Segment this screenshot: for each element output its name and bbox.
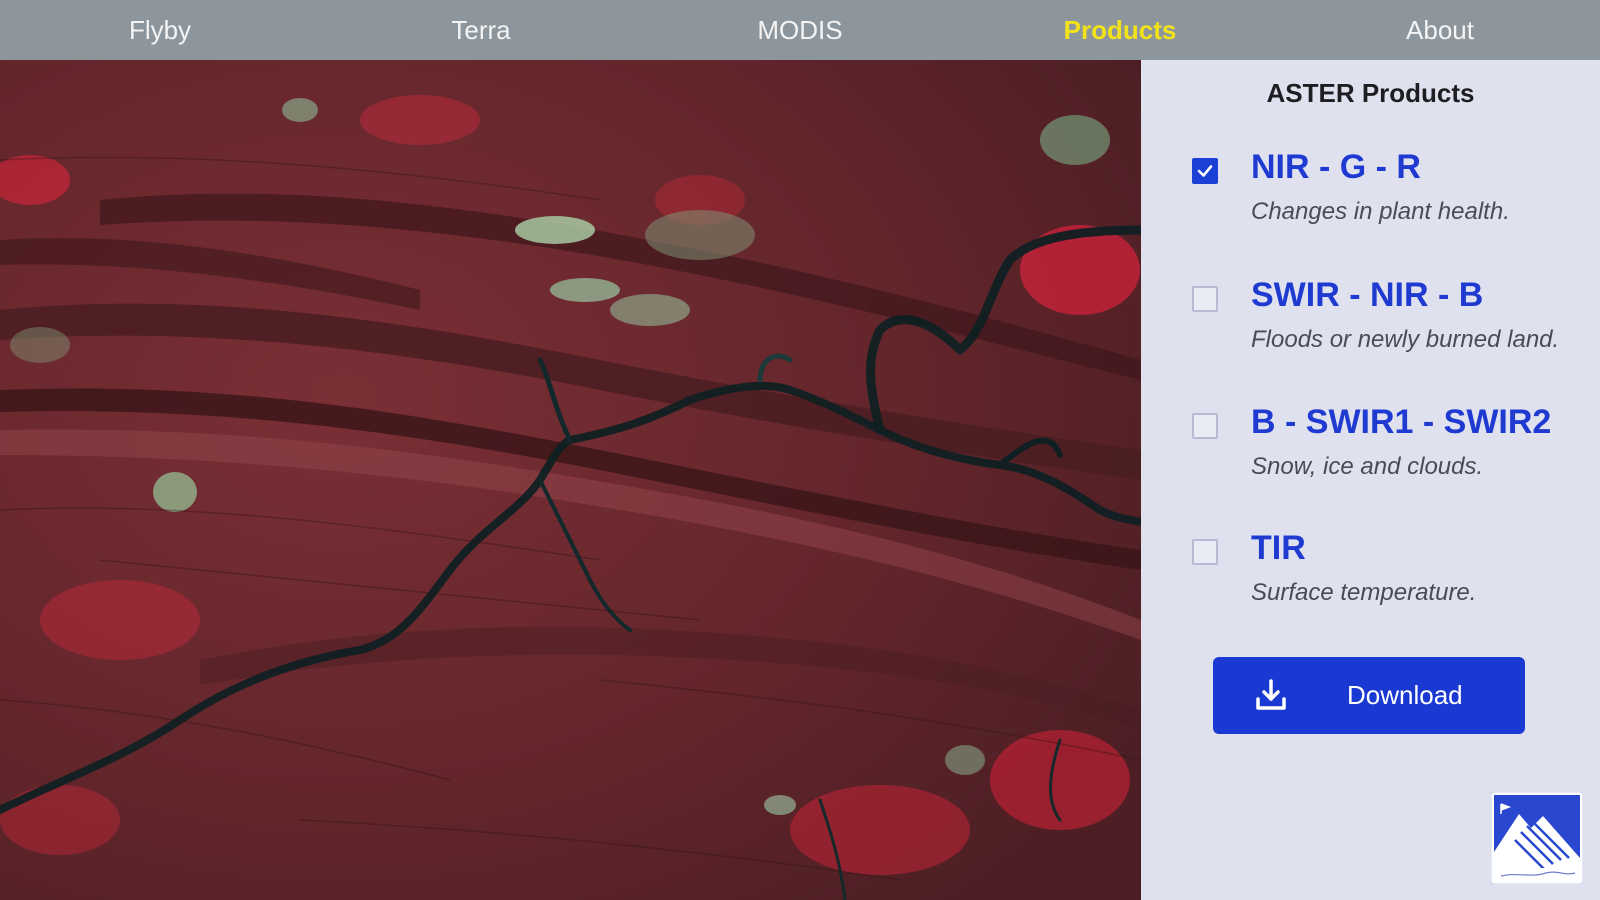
- mountain-logo-icon: [1491, 792, 1583, 884]
- top-nav: Flyby Terra MODIS Products About: [0, 0, 1600, 60]
- product-name[interactable]: B - SWIR1 - SWIR2: [1251, 403, 1551, 442]
- check-icon: [1197, 165, 1213, 177]
- product-item: NIR - G - R Changes in plant health.: [1141, 148, 1600, 248]
- nav-item-about[interactable]: About: [1406, 0, 1474, 60]
- sidebar-title: ASTER Products: [1266, 78, 1475, 108]
- satellite-image: [0, 60, 1141, 900]
- product-name[interactable]: TIR: [1251, 529, 1306, 568]
- product-checkbox-tir[interactable]: [1192, 539, 1218, 565]
- product-checkbox-b-swir1-swir2[interactable]: [1192, 413, 1218, 439]
- product-checkbox-nir-g-r[interactable]: [1192, 158, 1218, 184]
- nav-item-products[interactable]: Products: [1064, 0, 1177, 60]
- product-name[interactable]: NIR - G - R: [1251, 148, 1421, 187]
- products-sidebar: ASTER Products NIR - G - R Changes in pl…: [1141, 60, 1600, 900]
- satellite-scene: [0, 60, 1141, 900]
- nav-item-flyby[interactable]: Flyby: [129, 0, 191, 60]
- product-description: Floods or newly burned land.: [1251, 326, 1560, 353]
- product-description: Surface temperature.: [1251, 579, 1477, 606]
- product-description: Snow, ice and clouds.: [1251, 453, 1484, 480]
- app-page: Flyby Terra MODIS Products About ASTER P…: [0, 0, 1600, 900]
- product-checkbox-swir-nir-b[interactable]: [1192, 286, 1218, 312]
- download-button[interactable]: Download: [1213, 657, 1525, 734]
- product-description: Changes in plant health.: [1251, 198, 1510, 225]
- download-icon: [1256, 679, 1286, 710]
- nav-item-terra[interactable]: Terra: [451, 0, 510, 60]
- product-item: SWIR - NIR - B Floods or newly burned la…: [1141, 276, 1600, 376]
- product-item: TIR Surface temperature.: [1141, 529, 1600, 629]
- download-label: Download: [1347, 680, 1463, 710]
- product-name[interactable]: SWIR - NIR - B: [1251, 276, 1483, 315]
- nav-item-modis[interactable]: MODIS: [757, 0, 842, 60]
- product-item: B - SWIR1 - SWIR2 Snow, ice and clouds.: [1141, 403, 1600, 503]
